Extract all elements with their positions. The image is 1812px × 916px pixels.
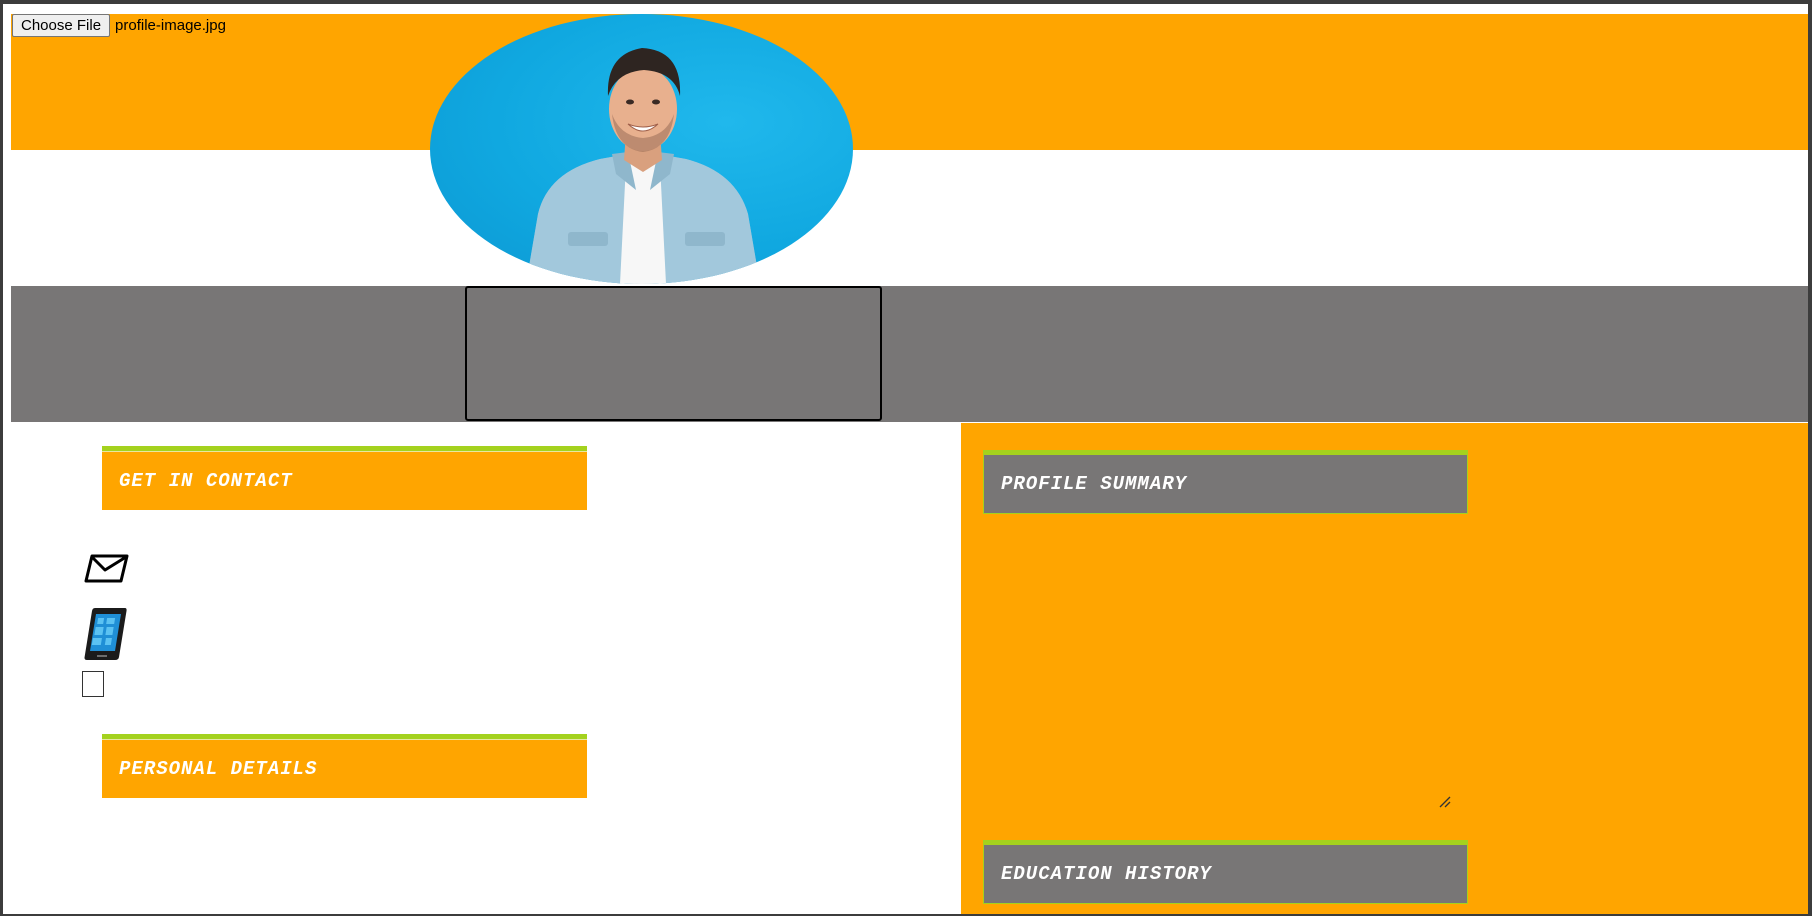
heading-accent-line [102, 739, 587, 740]
contact-heading-label: GET IN CONTACT [119, 469, 293, 492]
header-orange-band [11, 14, 1808, 150]
choose-file-button[interactable]: Choose File [12, 14, 111, 37]
summary-heading-label: PROFILE SUMMARY [1001, 473, 1188, 495]
education-history-heading: EDUCATION HISTORY [983, 840, 1468, 904]
education-heading-label: EDUCATION HISTORY [1001, 863, 1212, 885]
resume-page: Choose File profile-image.jpg GET IN CON… [3, 4, 1808, 914]
selected-file-name: profile-image.jpg [115, 17, 226, 34]
profile-photo-image [526, 48, 760, 284]
profile-photo [430, 14, 853, 284]
envelope-icon [84, 553, 130, 590]
contact-checkbox[interactable] [82, 671, 104, 697]
textarea-resize-grip-icon[interactable] [1439, 795, 1451, 813]
personal-heading-label: PERSONAL DETAILS [119, 757, 318, 780]
contact-section-heading: GET IN CONTACT [102, 446, 587, 510]
profile-image-upload: Choose File profile-image.jpg [12, 14, 226, 37]
name-input-box[interactable] [465, 286, 882, 421]
profile-summary-heading: PROFILE SUMMARY [983, 450, 1468, 514]
heading-accent-line [102, 451, 587, 452]
personal-details-heading: PERSONAL DETAILS [102, 734, 587, 798]
name-banner-gray-band [11, 286, 1808, 422]
mobile-phone-icon [83, 606, 129, 667]
